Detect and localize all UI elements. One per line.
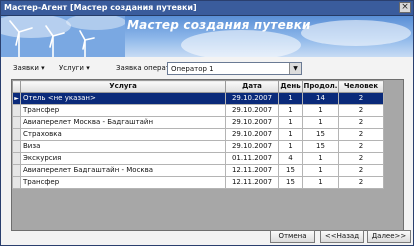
windmill-illustration [1,16,125,57]
row-header-cell [12,104,21,117]
chevron-down-icon: ▾ [41,64,45,72]
services-menu-label: Услуги [59,64,84,72]
cell-date: 29.10.2007 [225,116,279,129]
cell-duration: 1 [302,164,339,177]
cell-duration: 15 [302,140,339,153]
cell-date: 29.10.2007 [225,140,279,153]
window-title: Мастер-Агент [Мастер создания путевки] [4,3,197,12]
cell-date: 29.10.2007 [225,128,279,141]
cell-duration: 1 [302,116,339,129]
cell-service: Виза [20,140,226,153]
table-row[interactable]: Трансфер 12.11.2007 15 1 2 [12,176,384,189]
cell-date: 01.11.2007 [225,152,279,165]
column-header-date[interactable]: Дата [225,80,279,93]
cell-day: 1 [278,92,303,105]
cell-service: Отель <не указан> [20,92,226,105]
row-header-cell [12,176,21,189]
cell-service: Страховка [20,128,226,141]
cell-service: Экскурсия [20,152,226,165]
table-row[interactable]: Страховка 29.10.2007 1 15 2 [12,128,384,141]
cell-people: 2 [338,140,384,153]
cell-people: 2 [338,176,384,189]
cell-day: 1 [278,104,303,117]
cell-people: 2 [338,116,384,129]
wizard-banner: Мастер создания путевки [1,16,413,57]
cell-date: 12.11.2007 [225,164,279,177]
column-header-duration[interactable]: Продол. [302,80,339,93]
row-header-cell [12,164,21,177]
operator-value: Оператор 1 [171,65,214,73]
table-row[interactable]: Трансфер 29.10.2007 1 1 2 [12,104,384,117]
cell-day: 4 [278,152,303,165]
cell-duration: 14 [302,92,339,105]
services-grid[interactable]: Услуга Дата День Продол. Человек ► Отель … [11,79,404,231]
table-row[interactable]: Экскурсия 01.11.2007 4 1 2 [12,152,384,165]
cell-people: 2 [338,92,384,105]
cell-people: 2 [338,128,384,141]
row-header-corner [12,80,21,93]
requests-menu-label: Заявки [13,64,39,72]
back-button[interactable]: <<Назад [320,230,364,243]
cell-day: 15 [278,164,303,177]
close-button[interactable]: × [399,2,411,13]
requests-menu[interactable]: Заявки ▾ [13,63,45,73]
cell-duration: 1 [302,176,339,189]
cell-duration: 15 [302,128,339,141]
cancel-button[interactable]: Отмена [270,230,315,243]
services-table: Услуга Дата День Продол. Человек ► Отель … [12,80,384,189]
cell-day: 1 [278,128,303,141]
cell-duration: 1 [302,104,339,117]
cell-service: Трансфер [20,104,226,117]
table-row[interactable]: ► Отель <не указан> 29.10.2007 1 14 2 [12,92,384,105]
cell-people: 2 [338,164,384,177]
next-button[interactable]: Далее>> [367,230,411,243]
row-header-cell [12,140,21,153]
cell-day: 1 [278,116,303,129]
table-row[interactable]: Авиаперелет Бадгаштайн - Москва 12.11.200… [12,164,384,177]
toolbar: Заявки ▾ Услуги ▾ Заявка оператору Опера… [1,60,413,78]
cell-service: Авиаперелет Бадгаштайн - Москва [20,164,226,177]
wizard-title: Мастер создания путевки [127,18,311,32]
cell-service: Трансфер [20,176,226,189]
operator-select[interactable]: Оператор 1 ▼ [167,62,302,75]
table-body: ► Отель <не указан> 29.10.2007 1 14 2 Трансфер… [12,92,384,189]
dropdown-arrow-icon[interactable]: ▼ [289,63,301,74]
table-row[interactable]: Виза 29.10.2007 1 15 2 [12,140,384,153]
services-menu[interactable]: Услуги ▾ [59,63,90,73]
cloud-decoration [181,30,301,57]
cell-day: 1 [278,140,303,153]
title-bar[interactable]: Мастер-Агент [Мастер создания путевки] × [1,1,413,16]
cell-people: 2 [338,152,384,165]
cell-date: 12.11.2007 [225,176,279,189]
column-header-day[interactable]: День [278,80,303,93]
cell-date: 29.10.2007 [225,92,279,105]
cell-duration: 1 [302,152,339,165]
cell-date: 29.10.2007 [225,104,279,117]
table-header-row: Услуга Дата День Продол. Человек [12,80,384,93]
cell-day: 15 [278,176,303,189]
cell-people: 2 [338,104,384,117]
column-header-people[interactable]: Человек [338,80,384,93]
column-header-service[interactable]: Услуга [20,80,226,93]
row-header-cell: ► [12,92,21,105]
row-header-cell [12,152,21,165]
cloud-decoration [301,20,411,46]
row-header-cell [12,128,21,141]
app-window: Мастер-Агент [Мастер создания путевки] × [0,0,414,246]
row-header-cell [12,116,21,129]
cell-service: Авиаперелет Москва - Бадгаштайн [20,116,226,129]
chevron-down-icon: ▾ [86,64,90,72]
table-row[interactable]: Авиаперелет Москва - Бадгаштайн 29.10.200… [12,116,384,129]
